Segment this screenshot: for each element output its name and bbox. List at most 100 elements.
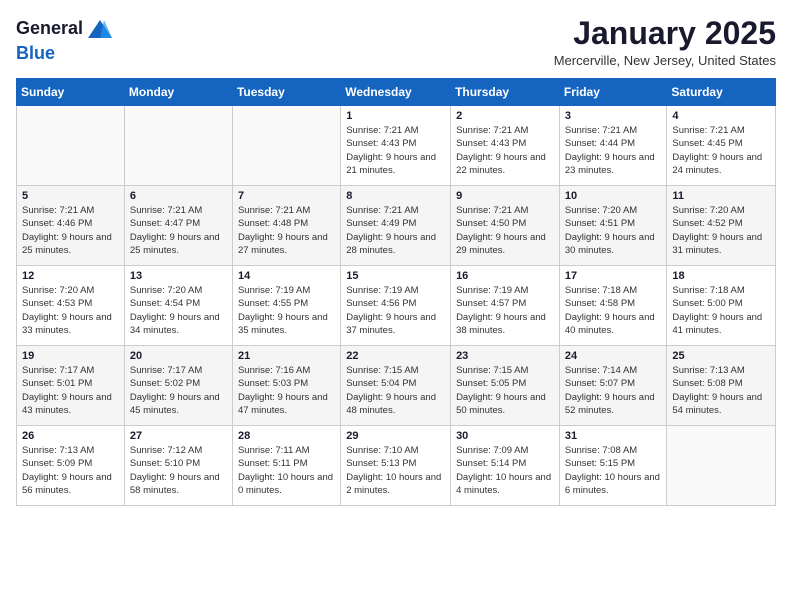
calendar-day-cell: 28 Sunrise: 7:11 AM Sunset: 5:11 PM Dayli…: [232, 426, 340, 506]
calendar-day-cell: [232, 106, 340, 186]
location-text: Mercerville, New Jersey, United States: [554, 53, 776, 68]
calendar-day-cell: 20Sunrise: 7:17 AM Sunset: 5:02 PM Dayli…: [124, 346, 232, 426]
day-info: Sunrise: 7:13 AM Sunset: 5:09 PM Dayligh…: [22, 444, 119, 497]
calendar-day-cell: 9 Sunrise: 7:21 AM Sunset: 4:50 PM Daylig…: [451, 186, 560, 266]
calendar-table: SundayMondayTuesdayWednesdayThursdayFrid…: [16, 78, 776, 506]
day-info: Sunrise: 7:21 AM Sunset: 4:50 PM Dayligh…: [456, 204, 554, 257]
calendar-week-row: 5 Sunrise: 7:21 AM Sunset: 4:46 PM Daylig…: [17, 186, 776, 266]
calendar-day-cell: 17Sunrise: 7:18 AM Sunset: 4:58 PM Dayli…: [559, 266, 667, 346]
day-number: 2: [456, 110, 554, 122]
day-number: 28: [238, 430, 335, 442]
day-number: 18: [672, 270, 770, 282]
day-info: Sunrise: 7:21 AM Sunset: 4:49 PM Dayligh…: [346, 204, 445, 257]
calendar-day-cell: 24 Sunrise: 7:14 AM Sunset: 5:07 PM Dayli…: [559, 346, 667, 426]
weekday-header: Sunday: [17, 79, 125, 106]
day-number: 21: [238, 350, 335, 362]
day-number: 4: [672, 110, 770, 122]
calendar-day-cell: 31Sunrise: 7:08 AM Sunset: 5:15 PM Dayli…: [559, 426, 667, 506]
day-info: Sunrise: 7:19 AM Sunset: 4:57 PM Dayligh…: [456, 284, 554, 337]
day-number: 27: [130, 430, 227, 442]
day-info: Sunrise: 7:08 AM Sunset: 5:15 PM Dayligh…: [565, 444, 662, 497]
calendar-day-cell: 16 Sunrise: 7:19 AM Sunset: 4:57 PM Dayli…: [451, 266, 560, 346]
day-info: Sunrise: 7:20 AM Sunset: 4:52 PM Dayligh…: [672, 204, 770, 257]
calendar-day-cell: [667, 426, 776, 506]
day-number: 3: [565, 110, 662, 122]
day-info: Sunrise: 7:21 AM Sunset: 4:47 PM Dayligh…: [130, 204, 227, 257]
day-number: 19: [22, 350, 119, 362]
day-info: Sunrise: 7:21 AM Sunset: 4:44 PM Dayligh…: [565, 124, 662, 177]
day-info: Sunrise: 7:10 AM Sunset: 5:13 PM Dayligh…: [346, 444, 445, 497]
logo: General Blue: [16, 16, 114, 64]
day-number: 29: [346, 430, 445, 442]
calendar-day-cell: 18 Sunrise: 7:18 AM Sunset: 5:00 PM Dayli…: [667, 266, 776, 346]
day-number: 25: [672, 350, 770, 362]
weekday-header: Monday: [124, 79, 232, 106]
day-info: Sunrise: 7:20 AM Sunset: 4:51 PM Dayligh…: [565, 204, 662, 257]
day-number: 30: [456, 430, 554, 442]
weekday-header: Friday: [559, 79, 667, 106]
calendar-week-row: 19Sunrise: 7:17 AM Sunset: 5:01 PM Dayli…: [17, 346, 776, 426]
calendar-day-cell: 30 Sunrise: 7:09 AM Sunset: 5:14 PM Dayli…: [451, 426, 560, 506]
calendar-day-cell: 25 Sunrise: 7:13 AM Sunset: 5:08 PM Dayli…: [667, 346, 776, 426]
weekday-header: Saturday: [667, 79, 776, 106]
calendar-day-cell: 11Sunrise: 7:20 AM Sunset: 4:52 PM Dayli…: [667, 186, 776, 266]
calendar-day-cell: 6Sunrise: 7:21 AM Sunset: 4:47 PM Daylig…: [124, 186, 232, 266]
day-number: 9: [456, 190, 554, 202]
day-info: Sunrise: 7:21 AM Sunset: 4:46 PM Dayligh…: [22, 204, 119, 257]
calendar-day-cell: 21 Sunrise: 7:16 AM Sunset: 5:03 PM Dayli…: [232, 346, 340, 426]
day-info: Sunrise: 7:15 AM Sunset: 5:04 PM Dayligh…: [346, 364, 445, 417]
calendar-day-cell: 3 Sunrise: 7:21 AM Sunset: 4:44 PM Daylig…: [559, 106, 667, 186]
day-number: 26: [22, 430, 119, 442]
weekday-header: Thursday: [451, 79, 560, 106]
day-info: Sunrise: 7:11 AM Sunset: 5:11 PM Dayligh…: [238, 444, 335, 497]
day-number: 24: [565, 350, 662, 362]
calendar-day-cell: 10Sunrise: 7:20 AM Sunset: 4:51 PM Dayli…: [559, 186, 667, 266]
day-info: Sunrise: 7:18 AM Sunset: 4:58 PM Dayligh…: [565, 284, 662, 337]
day-number: 5: [22, 190, 119, 202]
calendar-day-cell: 7 Sunrise: 7:21 AM Sunset: 4:48 PM Daylig…: [232, 186, 340, 266]
day-info: Sunrise: 7:12 AM Sunset: 5:10 PM Dayligh…: [130, 444, 227, 497]
day-info: Sunrise: 7:17 AM Sunset: 5:02 PM Dayligh…: [130, 364, 227, 417]
calendar-week-row: 12 Sunrise: 7:20 AM Sunset: 4:53 PM Dayli…: [17, 266, 776, 346]
page-header: General Blue January 2025 Mercerville, N…: [16, 16, 776, 68]
day-number: 8: [346, 190, 445, 202]
day-info: Sunrise: 7:16 AM Sunset: 5:03 PM Dayligh…: [238, 364, 335, 417]
calendar-header-row: SundayMondayTuesdayWednesdayThursdayFrid…: [17, 79, 776, 106]
day-info: Sunrise: 7:13 AM Sunset: 5:08 PM Dayligh…: [672, 364, 770, 417]
day-info: Sunrise: 7:18 AM Sunset: 5:00 PM Dayligh…: [672, 284, 770, 337]
calendar-day-cell: 23Sunrise: 7:15 AM Sunset: 5:05 PM Dayli…: [451, 346, 560, 426]
calendar-day-cell: 8 Sunrise: 7:21 AM Sunset: 4:49 PM Daylig…: [341, 186, 451, 266]
day-number: 22: [346, 350, 445, 362]
day-info: Sunrise: 7:19 AM Sunset: 4:55 PM Dayligh…: [238, 284, 335, 337]
calendar-week-row: 26 Sunrise: 7:13 AM Sunset: 5:09 PM Dayli…: [17, 426, 776, 506]
calendar-day-cell: 27 Sunrise: 7:12 AM Sunset: 5:10 PM Dayli…: [124, 426, 232, 506]
calendar-day-cell: [124, 106, 232, 186]
day-info: Sunrise: 7:14 AM Sunset: 5:07 PM Dayligh…: [565, 364, 662, 417]
title-block: January 2025 Mercerville, New Jersey, Un…: [554, 16, 776, 68]
day-info: Sunrise: 7:20 AM Sunset: 4:54 PM Dayligh…: [130, 284, 227, 337]
calendar-day-cell: 12 Sunrise: 7:20 AM Sunset: 4:53 PM Dayli…: [17, 266, 125, 346]
day-info: Sunrise: 7:21 AM Sunset: 4:48 PM Dayligh…: [238, 204, 335, 257]
calendar-day-cell: 5 Sunrise: 7:21 AM Sunset: 4:46 PM Daylig…: [17, 186, 125, 266]
day-number: 16: [456, 270, 554, 282]
calendar-day-cell: 1Sunrise: 7:21 AM Sunset: 4:43 PM Daylig…: [341, 106, 451, 186]
day-number: 1: [346, 110, 445, 122]
month-title: January 2025: [554, 16, 776, 51]
calendar-day-cell: 4 Sunrise: 7:21 AM Sunset: 4:45 PM Daylig…: [667, 106, 776, 186]
logo-icon: [86, 16, 114, 44]
day-number: 12: [22, 270, 119, 282]
day-number: 23: [456, 350, 554, 362]
day-number: 7: [238, 190, 335, 202]
day-info: Sunrise: 7:19 AM Sunset: 4:56 PM Dayligh…: [346, 284, 445, 337]
logo-blue-text: Blue: [16, 44, 114, 64]
day-info: Sunrise: 7:21 AM Sunset: 4:43 PM Dayligh…: [456, 124, 554, 177]
calendar-day-cell: 15 Sunrise: 7:19 AM Sunset: 4:56 PM Dayli…: [341, 266, 451, 346]
calendar-week-row: 1 Sunrise: 7:21 AM Sunset: 4:43 PM Daylig…: [17, 106, 776, 186]
calendar-day-cell: 22 Sunrise: 7:15 AM Sunset: 5:04 PM Dayli…: [341, 346, 451, 426]
calendar-day-cell: 26 Sunrise: 7:13 AM Sunset: 5:09 PM Dayli…: [17, 426, 125, 506]
day-info: Sunrise: 7:21 AM Sunset: 4:45 PM Dayligh…: [672, 124, 770, 177]
day-info: Sunrise: 7:20 AM Sunset: 4:53 PM Dayligh…: [22, 284, 119, 337]
day-info: Sunrise: 7:09 AM Sunset: 5:14 PM Dayligh…: [456, 444, 554, 497]
day-number: 15: [346, 270, 445, 282]
calendar-day-cell: 14Sunrise: 7:19 AM Sunset: 4:55 PM Dayli…: [232, 266, 340, 346]
